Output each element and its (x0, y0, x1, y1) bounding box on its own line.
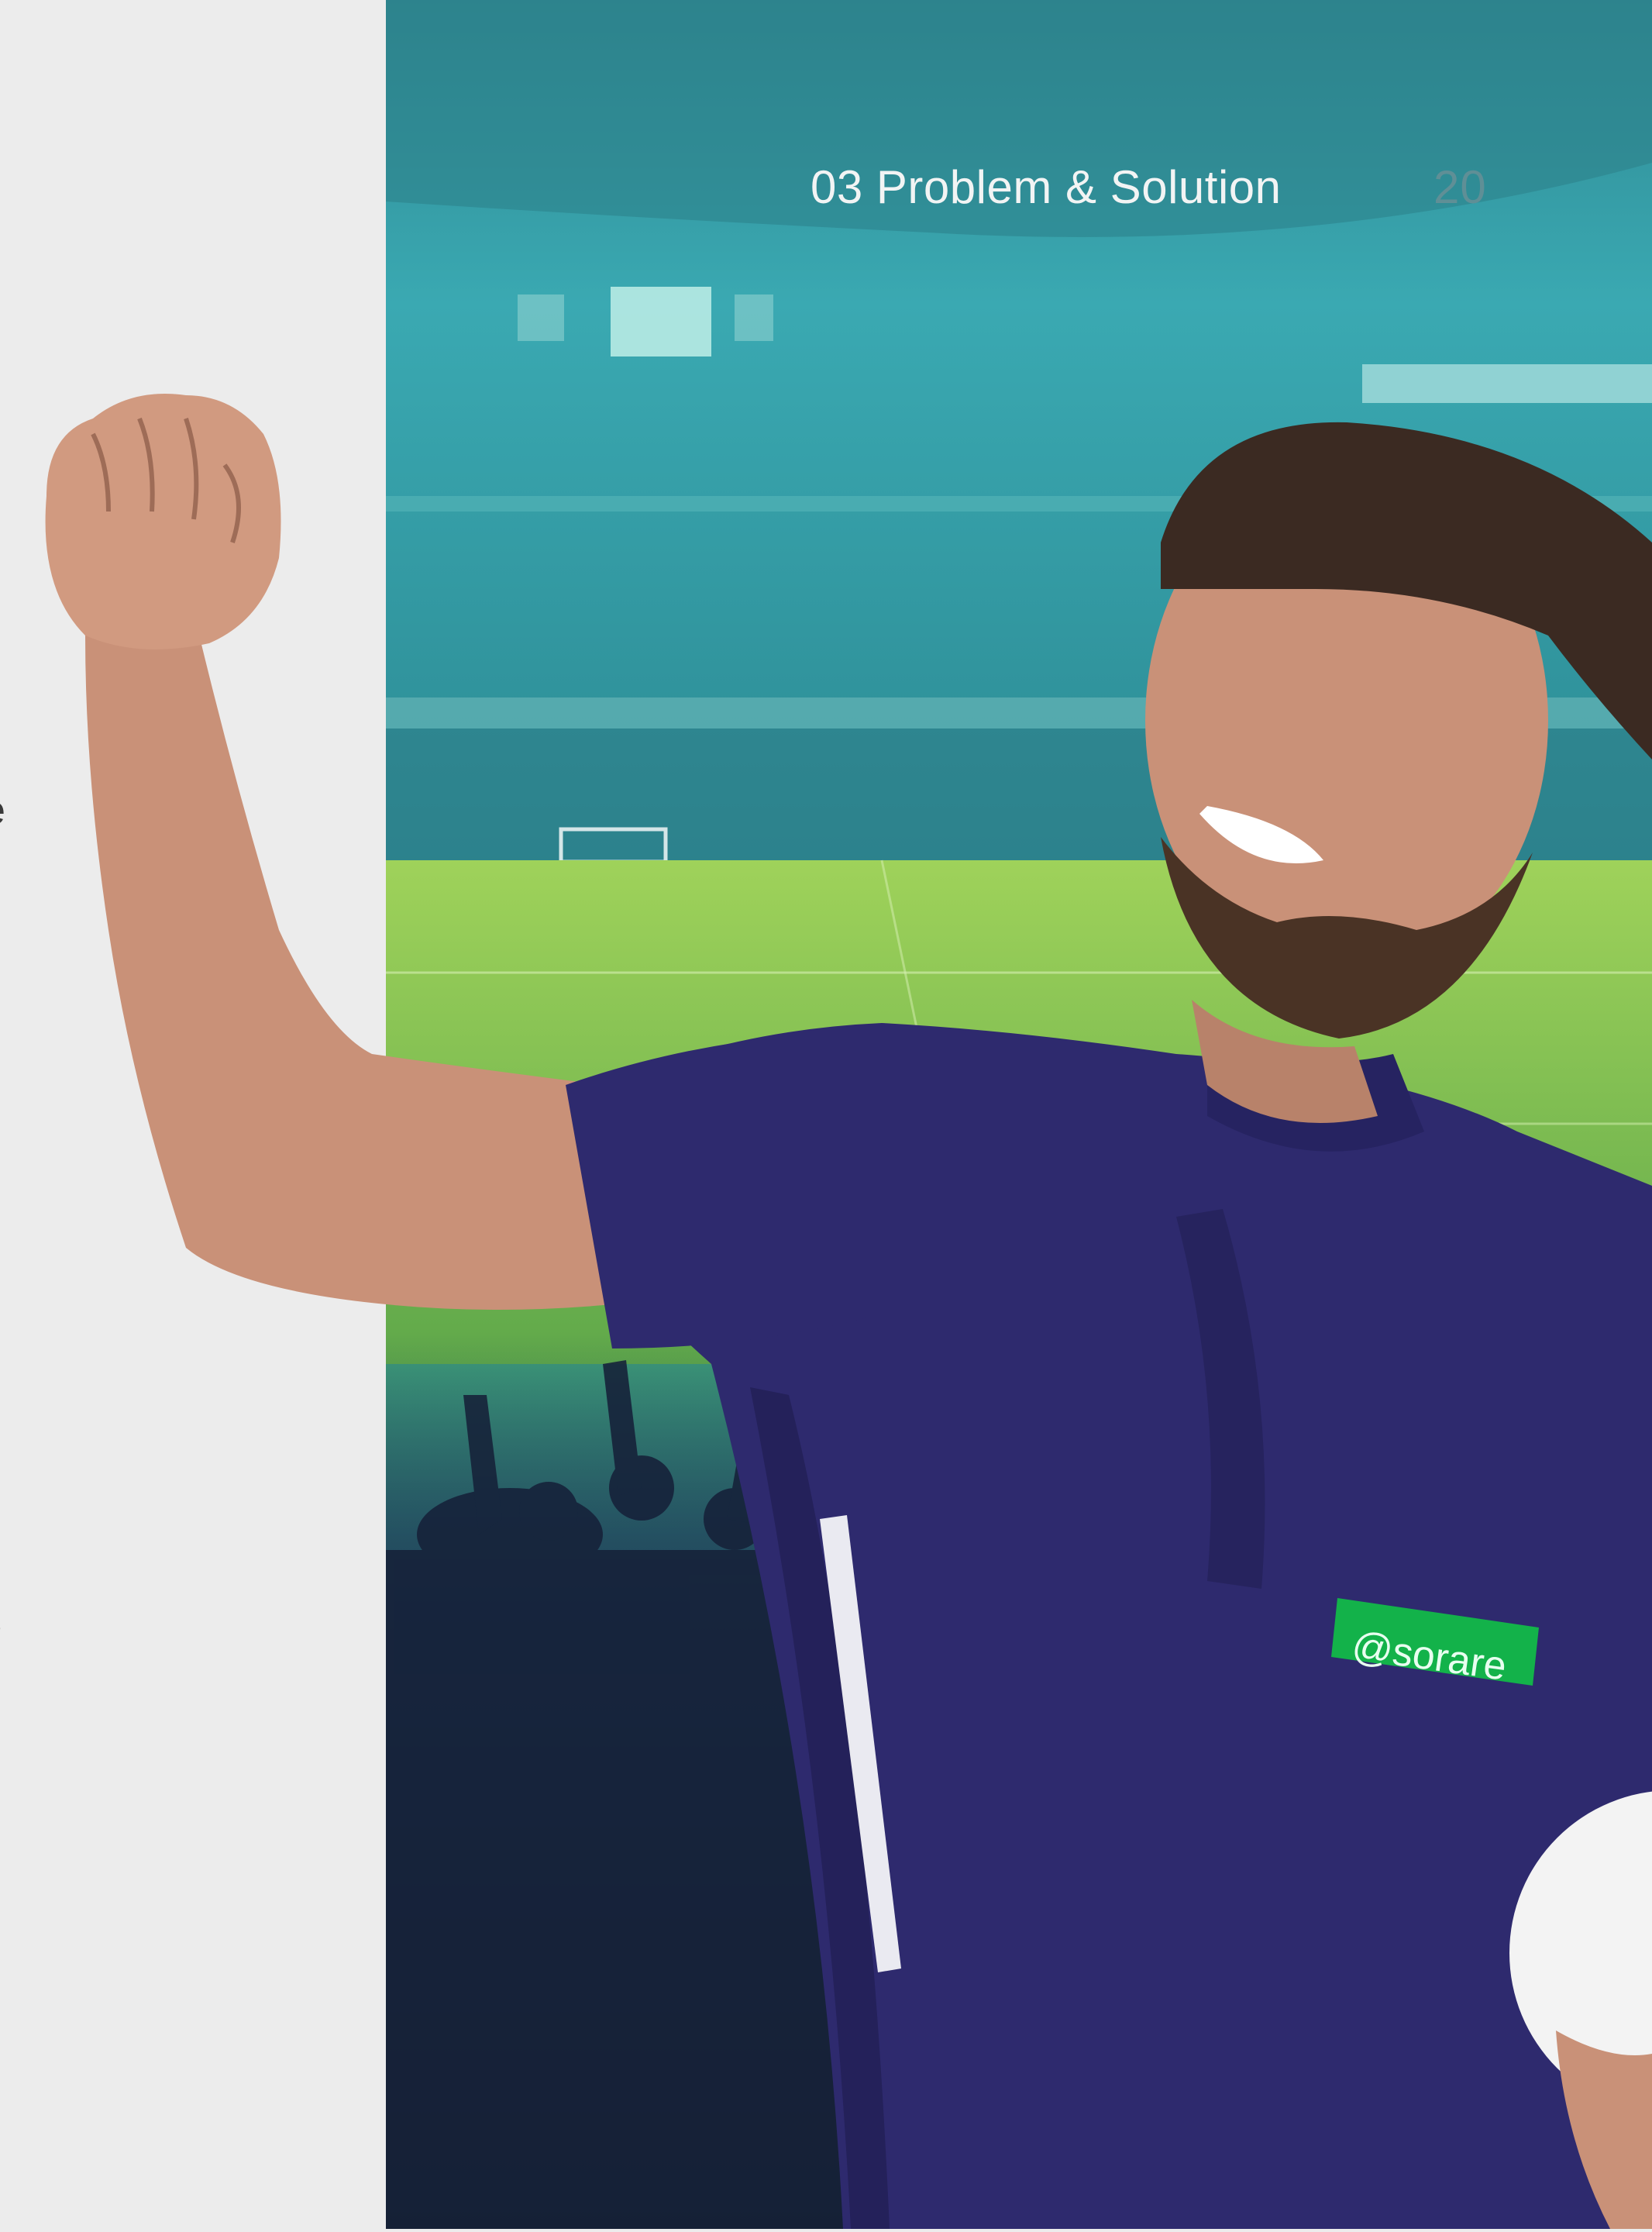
celebrating-fan-figure: @sorare (568, 422, 1652, 2229)
clipped-text-fragment: e (0, 790, 5, 831)
left-text-column: e s (0, 0, 386, 2232)
stadium-photo: @sorare (386, 0, 1652, 2229)
page-number: 20 (1433, 160, 1487, 213)
section-title: 03 Problem & Solution (811, 160, 1282, 213)
clipped-text-fragment: s (0, 1601, 2, 1641)
slide-page: e s (0, 0, 1652, 2232)
section-header: 03 Problem & Solution (811, 160, 1282, 214)
